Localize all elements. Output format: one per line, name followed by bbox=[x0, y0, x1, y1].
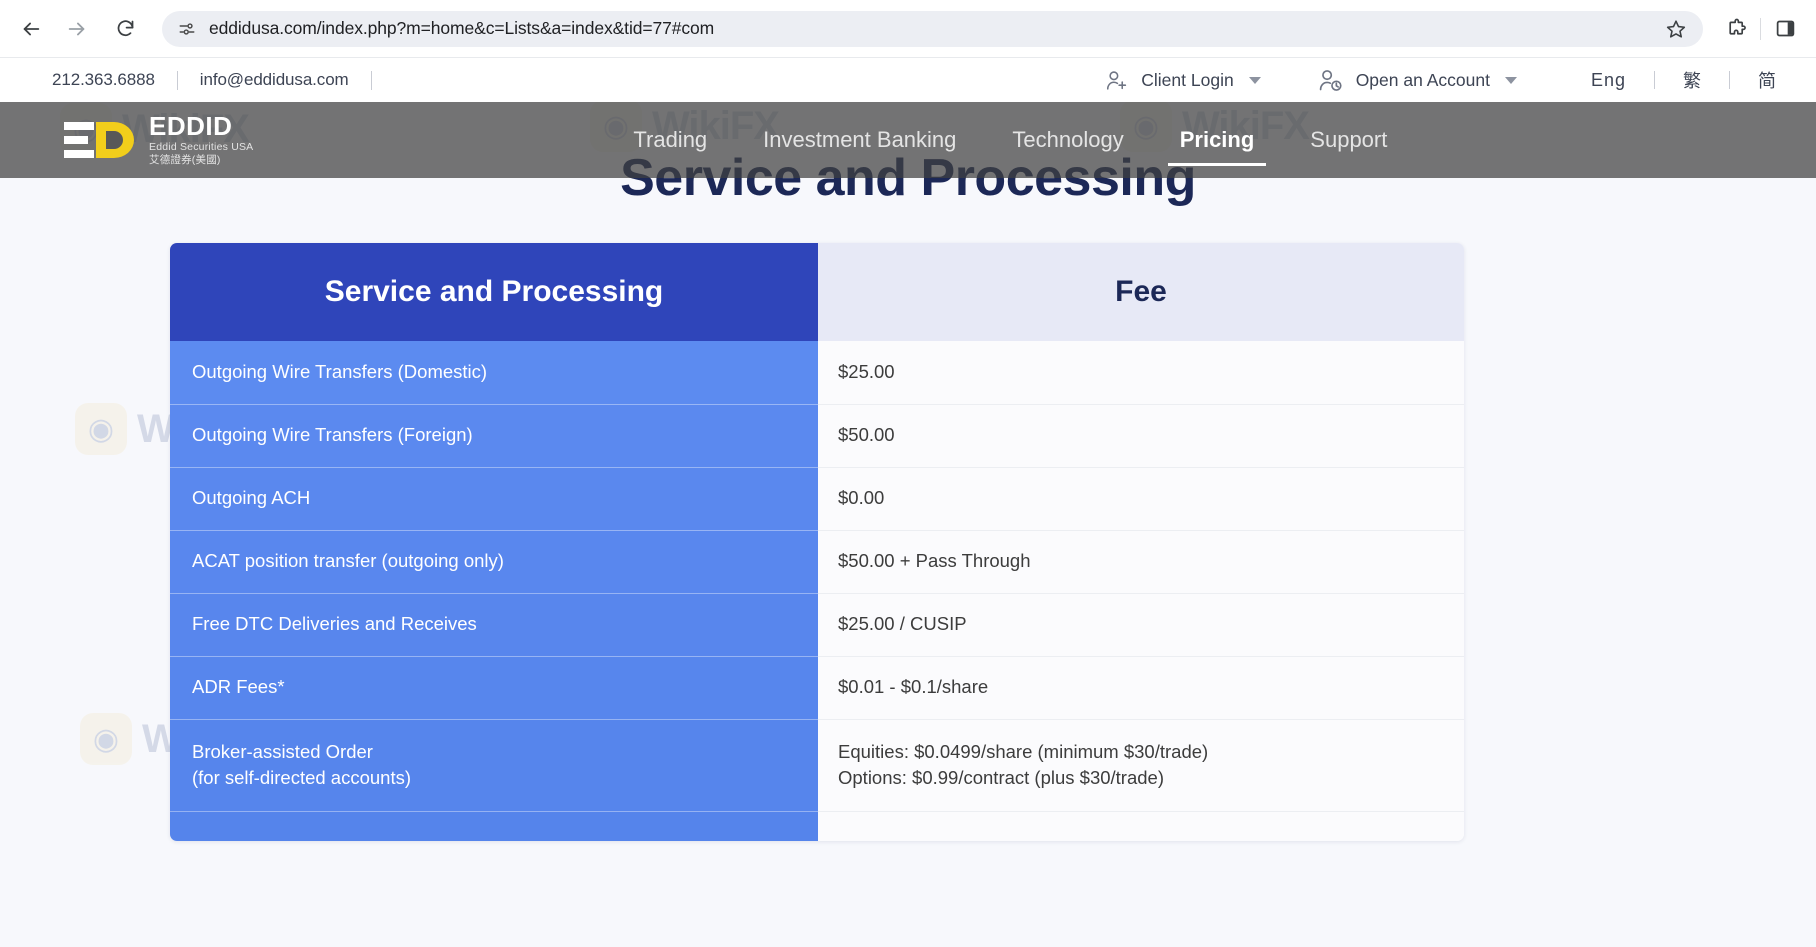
bookmark-star-icon[interactable] bbox=[1661, 14, 1691, 44]
nav-item-support[interactable]: Support bbox=[1282, 127, 1415, 153]
forward-button[interactable] bbox=[56, 8, 98, 50]
column-header-service: Service and Processing bbox=[170, 243, 818, 341]
chevron-down-icon bbox=[1248, 76, 1261, 84]
cell-service: ACAT position transfer (outgoing only) bbox=[170, 530, 818, 594]
side-panel-button[interactable] bbox=[1766, 10, 1804, 48]
user-clock-icon bbox=[1317, 67, 1344, 94]
cell-fee bbox=[818, 811, 1464, 841]
cell-service: Outgoing ACH bbox=[170, 467, 818, 531]
nav-item-technology[interactable]: Technology bbox=[984, 127, 1151, 153]
cell-service-line: Broker-assisted Order bbox=[192, 740, 373, 762]
open-account-label: Open an Account bbox=[1355, 69, 1490, 90]
cell-fee: $0.00 bbox=[818, 467, 1464, 531]
fee-table-container: Service and Processing Fee Outgoing Wire… bbox=[170, 243, 1464, 841]
fee-table: Service and Processing Fee Outgoing Wire… bbox=[170, 243, 1464, 841]
chevron-down-icon bbox=[1504, 76, 1517, 84]
column-header-fee: Fee bbox=[818, 243, 1464, 341]
logo-subtitle-en: Eddid Securities USA bbox=[149, 141, 254, 154]
cell-fee: $0.01 - $0.1/share bbox=[818, 656, 1464, 720]
client-login-menu[interactable]: Client Login bbox=[1104, 68, 1261, 93]
cell-service: Free DTC Deliveries and Receives bbox=[170, 593, 818, 657]
puzzle-piece-icon bbox=[1728, 18, 1746, 35]
site-header: EDDID Eddid Securities USA 艾德證券(美國) Trad… bbox=[0, 102, 1816, 178]
address-bar[interactable]: eddidusa.com/index.php?m=home&c=Lists&a=… bbox=[162, 10, 1703, 47]
client-login-label: Client Login bbox=[1141, 69, 1234, 90]
language-option-simplified[interactable]: 简 bbox=[1756, 67, 1778, 93]
eddid-logo-icon bbox=[62, 118, 138, 162]
page-viewport: ◉ WikiFX ◉ WikiFX ◉ WikiFX ◉ WikiFX ◉ Wi… bbox=[0, 58, 1816, 947]
reload-button[interactable] bbox=[104, 8, 146, 50]
cell-fee: $25.00 bbox=[818, 341, 1464, 405]
utility-bar: 212.363.6888 info@eddidusa.com Client Lo… bbox=[0, 58, 1816, 102]
cell-service: Broker-assisted Order (for self-directed… bbox=[170, 719, 818, 812]
watermark-badge: ◉ bbox=[80, 713, 132, 765]
cell-fee-line: Equities: $0.0499/share (minimum $30/tra… bbox=[838, 740, 1209, 762]
cell-fee: $50.00 + Pass Through bbox=[818, 530, 1464, 594]
table-row: Free DTC Deliveries and Receives $25.00 … bbox=[170, 593, 1464, 657]
language-option-traditional[interactable]: 繁 bbox=[1681, 67, 1703, 93]
nav-item-trading[interactable]: Trading bbox=[605, 127, 735, 153]
extensions-button[interactable] bbox=[1717, 10, 1755, 48]
cell-fee: $50.00 bbox=[818, 404, 1464, 468]
table-header-row: Service and Processing Fee bbox=[170, 243, 1464, 341]
nav-item-pricing[interactable]: Pricing bbox=[1152, 127, 1283, 167]
site-logo[interactable]: EDDID Eddid Securities USA 艾德證券(美國) bbox=[62, 113, 253, 167]
fee-table-head: Service and Processing Fee bbox=[170, 243, 1464, 341]
url-text: eddidusa.com/index.php?m=home&c=Lists&a=… bbox=[209, 18, 715, 38]
table-row: Outgoing Wire Transfers (Domestic) $25.0… bbox=[170, 341, 1464, 405]
divider bbox=[176, 70, 178, 90]
side-panel-icon bbox=[1776, 20, 1794, 37]
contact-email[interactable]: info@eddidusa.com bbox=[200, 70, 349, 90]
table-row: Broker-assisted Order (for self-directed… bbox=[170, 719, 1464, 812]
table-row: Outgoing Wire Transfers (Foreign) $50.00 bbox=[170, 404, 1464, 468]
cell-service: Outgoing Wire Transfers (Foreign) bbox=[170, 404, 818, 468]
language-option-eng[interactable]: Eng bbox=[1589, 70, 1628, 91]
table-row: ADR Fees* $0.01 - $0.1/share bbox=[170, 656, 1464, 720]
main-navigation: Trading Investment Banking Technology Pr… bbox=[605, 127, 1415, 167]
divider bbox=[1729, 71, 1730, 89]
cell-fee-line: Options: $0.99/contract (plus $30/trade) bbox=[838, 767, 1164, 788]
contact-phone[interactable]: 212.363.6888 bbox=[52, 70, 155, 90]
divider bbox=[370, 70, 372, 90]
cell-service: Outgoing Wire Transfers (Domestic) bbox=[170, 341, 818, 405]
reload-icon bbox=[117, 20, 133, 37]
cell-fee: $25.00 / CUSIP bbox=[818, 593, 1464, 657]
language-switcher: Eng 繁 简 bbox=[1589, 67, 1778, 93]
cell-service: ADR Fees* bbox=[170, 656, 818, 720]
fee-table-body: Outgoing Wire Transfers (Domestic) $25.0… bbox=[170, 341, 1464, 841]
nav-item-investment-banking[interactable]: Investment Banking bbox=[735, 127, 984, 153]
arrow-left-icon bbox=[23, 22, 40, 35]
table-row: Outgoing ACH $0.00 bbox=[170, 467, 1464, 531]
cell-service bbox=[170, 811, 818, 841]
user-plus-icon bbox=[1104, 68, 1129, 93]
site-info-icon[interactable] bbox=[176, 18, 198, 40]
table-row: ACAT position transfer (outgoing only) $… bbox=[170, 530, 1464, 594]
back-button[interactable] bbox=[10, 8, 52, 50]
cell-service-line: (for self-directed accounts) bbox=[192, 767, 412, 788]
divider bbox=[1654, 71, 1655, 89]
open-account-menu[interactable]: Open an Account bbox=[1317, 67, 1517, 94]
arrow-right-icon bbox=[68, 22, 85, 35]
cell-fee: Equities: $0.0499/share (minimum $30/tra… bbox=[818, 719, 1464, 812]
logo-name: EDDID bbox=[149, 111, 233, 142]
logo-subtitle-zh: 艾德證券(美國) bbox=[149, 154, 221, 167]
watermark-badge: ◉ bbox=[75, 403, 127, 455]
browser-toolbar: eddidusa.com/index.php?m=home&c=Lists&a=… bbox=[0, 0, 1816, 58]
table-row-partial bbox=[170, 811, 1464, 841]
toolbar-divider bbox=[1760, 17, 1761, 40]
